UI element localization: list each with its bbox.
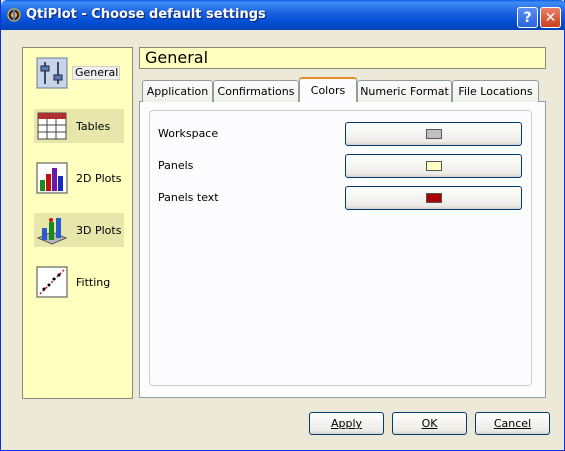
panels-text-color-label: Panels text: [158, 191, 219, 204]
qtiplot-app-icon: [7, 8, 21, 22]
sidebar-item-2d-plots-label: 2D Plots: [76, 171, 122, 185]
panels-color-label: Panels: [158, 159, 194, 172]
tab-application[interactable]: Application: [142, 80, 213, 102]
settings-dialog: QtiPlot - Choose default settings ? ✕ Ge…: [0, 0, 565, 451]
fitting-icon: [36, 266, 68, 298]
sidebar-item-fitting[interactable]: Fitting: [34, 265, 124, 299]
sidebar-item-general-label: General: [72, 66, 120, 80]
3d-bar-chart-icon: [36, 218, 68, 245]
sidebar-item-3d-plots[interactable]: 3D Plots: [34, 213, 124, 247]
tab-confirmations[interactable]: Confirmations: [213, 80, 299, 102]
title-bar[interactable]: QtiPlot - Choose default settings ? ✕: [1, 0, 565, 30]
sidebar-item-3d-plots-label: 3D Plots: [76, 223, 122, 237]
table-icon: [37, 112, 67, 140]
panels-text-color-swatch: [425, 193, 442, 203]
panels-color-button[interactable]: [345, 154, 522, 178]
sidebar-item-2d-plots[interactable]: 2D Plots: [34, 161, 124, 195]
sidebar-item-tables[interactable]: Tables: [34, 109, 124, 143]
panels-text-color-button[interactable]: [345, 186, 522, 210]
tab-colors[interactable]: Colors: [299, 77, 357, 102]
close-icon: ✕: [544, 9, 557, 26]
bar-chart-icon: [36, 162, 68, 194]
general-settings-icon: [36, 57, 68, 89]
help-icon: ?: [523, 9, 532, 26]
help-button[interactable]: ?: [517, 7, 538, 28]
cancel-button[interactable]: Cancel: [475, 412, 550, 435]
sidebar-item-tables-label: Tables: [76, 119, 111, 133]
panels-color-swatch: [425, 161, 442, 171]
workspace-color-label: Workspace: [158, 127, 219, 140]
apply-button[interactable]: Apply: [309, 412, 384, 435]
window-title: QtiPlot - Choose default settings: [26, 7, 266, 22]
workspace-color-button[interactable]: [345, 122, 522, 146]
tab-numeric-format[interactable]: Numeric Format: [357, 80, 452, 102]
ok-button[interactable]: OK: [392, 412, 467, 435]
sidebar-item-fitting-label: Fitting: [76, 275, 111, 289]
page-title: General: [139, 47, 546, 69]
tab-file-locations[interactable]: File Locations: [452, 80, 539, 102]
workspace-color-swatch: [425, 129, 442, 139]
colors-group: [149, 110, 532, 386]
close-button[interactable]: ✕: [540, 7, 561, 28]
